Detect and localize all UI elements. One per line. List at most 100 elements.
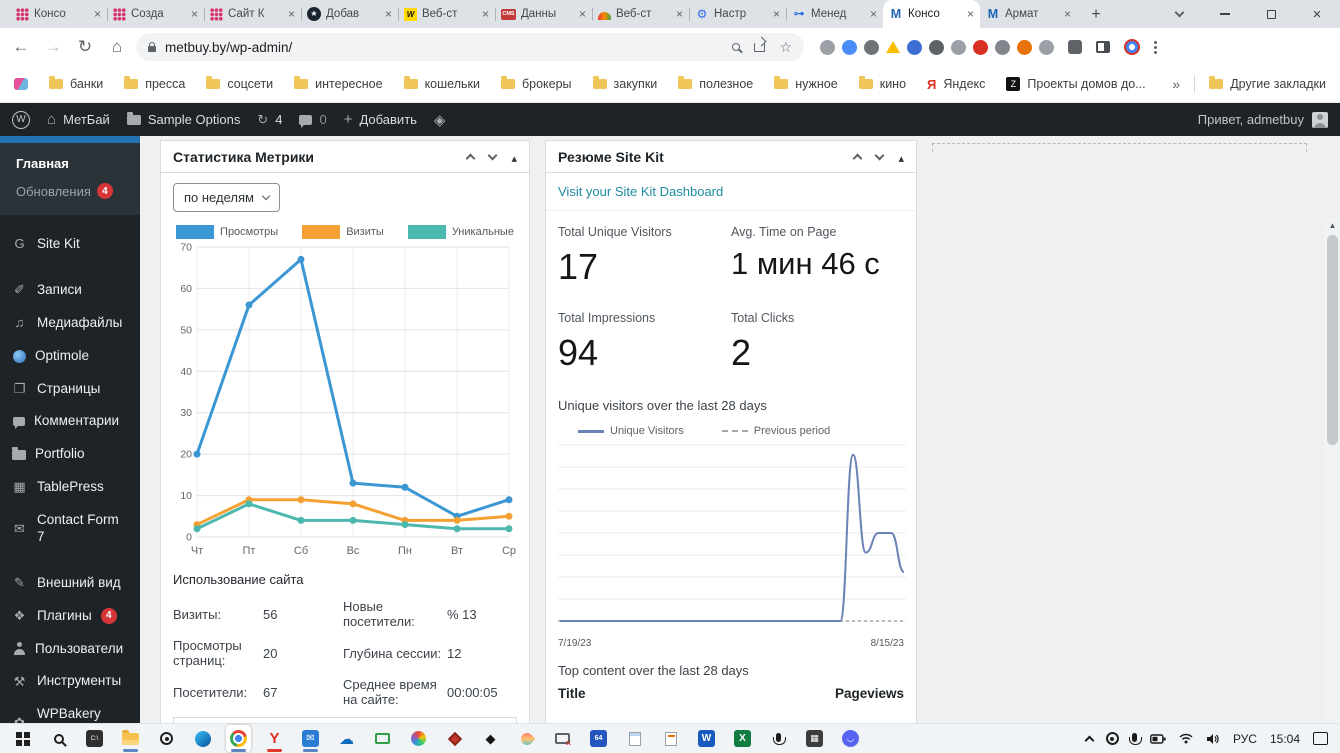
tab-close-icon[interactable]: × [967, 7, 974, 21]
browser-tab[interactable]: W Веб-ст × [398, 0, 495, 28]
adminbar-comments[interactable]: 0 [299, 112, 327, 128]
adminbar-new-button[interactable]: + Добавить [344, 111, 417, 128]
sidebar-item-wpbakery-page-builder[interactable]: ✿ WPBakery Page Builder [0, 698, 140, 723]
taskbar-calculator-icon[interactable]: ▦ [802, 725, 827, 752]
sidebar-item-пользователи[interactable]: Пользователи [0, 633, 140, 666]
user-avatar[interactable] [1312, 111, 1328, 128]
move-down-icon[interactable] [488, 150, 498, 160]
taskbar-recorder-icon[interactable] [766, 725, 791, 752]
sidebar-submenu-home[interactable]: Главная [0, 150, 140, 177]
browser-tab[interactable]: Сайт К × [204, 0, 301, 28]
screen-record-icon[interactable] [1105, 732, 1119, 745]
bookmark-folder[interactable]: интересное [294, 76, 383, 91]
red-pin-icon[interactable] [973, 39, 988, 55]
taskbar-doc-viewer-icon[interactable] [658, 725, 683, 752]
browser-menu-icon[interactable] [1154, 45, 1157, 49]
translate-icon[interactable] [842, 39, 857, 55]
tab-close-icon[interactable]: × [579, 7, 586, 21]
sidebar-item-плагины[interactable]: ❖ Плагины 4 [0, 600, 140, 633]
tab-close-icon[interactable]: × [482, 7, 489, 21]
taskbar-excel-icon[interactable]: X [730, 725, 755, 752]
scroll-up-icon[interactable]: ▲ [1325, 218, 1340, 230]
tab-close-icon[interactable]: × [676, 7, 683, 21]
tab-close-icon[interactable]: × [1064, 7, 1071, 21]
sidebar-item-contact-form-7[interactable]: ✉ Contact Form 7 [0, 504, 140, 554]
taskbar-chrome-icon[interactable] [226, 725, 251, 752]
sidebar-item-страницы[interactable]: ❐ Страницы [0, 373, 140, 406]
volume-icon[interactable] [1206, 733, 1220, 745]
search-icon[interactable] [732, 43, 741, 51]
taskbar-3d-viewer-icon[interactable] [442, 725, 467, 752]
bookmark-folder[interactable]: брокеры [500, 76, 572, 91]
cup-icon[interactable] [1039, 39, 1054, 55]
language-indicator[interactable]: РУС [1233, 732, 1257, 746]
browser-tab[interactable]: Созда × [107, 0, 204, 28]
sidebar-submenu-updates[interactable]: Обновления 4 [0, 177, 140, 205]
collapse-icon[interactable] [511, 149, 517, 165]
move-up-icon[interactable] [853, 153, 863, 163]
maps-icon[interactable] [995, 39, 1010, 55]
bookmark-folder[interactable]: закупки [592, 76, 657, 91]
tab-close-icon[interactable]: × [94, 7, 101, 21]
bookmark-star-icon[interactable]: ☆ [779, 39, 792, 56]
bookmark-folder[interactable]: пресса [124, 76, 185, 91]
taskbar-discord-icon[interactable]: ◡ [838, 725, 863, 752]
notification-center-icon[interactable] [1313, 732, 1328, 745]
forward-button[interactable]: → [40, 34, 66, 60]
site-favicon[interactable] [14, 78, 28, 90]
bookmark-folder[interactable]: полезное [678, 76, 753, 91]
bookmarks-overflow-icon[interactable] [1172, 76, 1180, 92]
taskbar-yandex-browser-icon[interactable]: Y [262, 725, 287, 752]
taskbar-webcam-icon[interactable] [154, 725, 179, 752]
sidebar-item-optimole[interactable]: Optimole [0, 340, 140, 373]
bookmark-folder[interactable]: кошельки [403, 76, 480, 91]
screenshot-icon[interactable] [864, 39, 879, 55]
taskbar-paint-icon[interactable] [406, 725, 431, 752]
bookmark-folder[interactable]: банки [49, 76, 103, 91]
sidebar-item-внешний-вид[interactable]: ✎ Внешний вид [0, 567, 140, 600]
extensions-puzzle-icon[interactable] [1068, 40, 1082, 54]
taskbar-start-icon[interactable] [10, 725, 35, 752]
sidebar-item-tablepress[interactable]: ▦ TablePress [0, 471, 140, 504]
browser-tab[interactable]: ★ Добав × [301, 0, 398, 28]
browser-tab[interactable]: CMS Данны × [495, 0, 592, 28]
back-button[interactable]: ← [8, 34, 34, 60]
bookmark-folder[interactable]: нужное [774, 76, 838, 91]
side-panel-icon[interactable] [1096, 41, 1110, 53]
new-tab-button[interactable]: + [1083, 2, 1109, 28]
home-button[interactable]: ⌂ [104, 34, 130, 60]
bookmark-folder[interactable]: кино [858, 76, 906, 91]
microphone-icon[interactable] [1128, 732, 1142, 745]
url-text[interactable]: metbuy.by/wp-admin/ [165, 40, 292, 55]
taskbar-mail-icon[interactable]: ✉ [298, 725, 323, 752]
google-drive-icon[interactable] [886, 41, 900, 53]
tab-close-icon[interactable]: × [191, 7, 198, 21]
browser-tab[interactable]: Консо × [10, 0, 107, 28]
tab-close-icon[interactable]: × [385, 7, 392, 21]
reload-button[interactable]: ↻ [72, 34, 98, 60]
taskbar-search-icon[interactable] [46, 725, 71, 752]
taskbar-inkscape-icon[interactable]: ◆ [478, 725, 503, 752]
adminbar-greeting[interactable]: Привет, admetbuy [1198, 112, 1304, 127]
tray-expand-icon[interactable] [1084, 735, 1095, 745]
adminbar-site-name[interactable]: ⌂ МетБай [47, 111, 110, 128]
taskbar-color-picker-icon[interactable] [514, 725, 539, 752]
browser-tab[interactable]: ⚙ Настр × [689, 0, 786, 28]
taskbar-screen-share-icon[interactable] [550, 725, 575, 752]
browser-tab[interactable]: M Армат × [980, 0, 1077, 28]
lock-icon[interactable] [148, 41, 156, 52]
bookmark-yandex[interactable]: Я Яндекс [927, 77, 985, 92]
sidebar-item-site-kit[interactable]: G Site Kit [0, 228, 140, 261]
tab-close-icon[interactable]: × [870, 7, 877, 21]
taskbar-notepad-icon[interactable] [622, 725, 647, 752]
restore-button[interactable] [1248, 0, 1294, 28]
vertical-scrollbar[interactable]: ▲ [1325, 218, 1340, 723]
adminbar-updates[interactable]: ↻ 4 [257, 112, 282, 128]
bookmark-folder[interactable]: соцсети [206, 76, 273, 91]
taskbar-terminal-icon[interactable]: C:\ [82, 725, 107, 752]
taskbar-word-icon[interactable]: W [694, 725, 719, 752]
password-manager-icon[interactable] [820, 39, 835, 55]
period-dropdown[interactable]: по неделям [173, 183, 280, 212]
tab-search-icon[interactable] [1156, 0, 1202, 28]
wordpress-logo-icon[interactable]: W [12, 110, 30, 129]
